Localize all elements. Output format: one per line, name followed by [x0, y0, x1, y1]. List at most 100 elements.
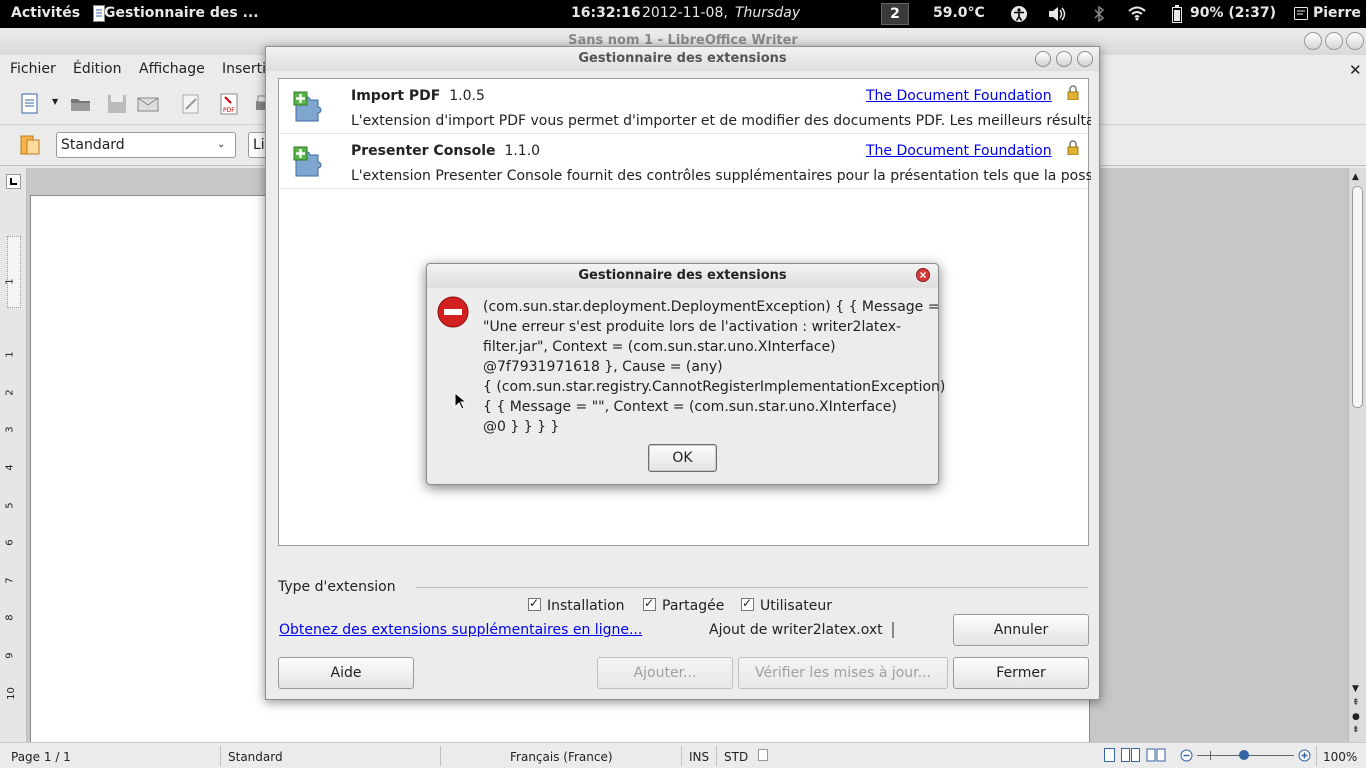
- error-message: (com.sun.star.deployment.DeploymentExcep…: [483, 297, 945, 437]
- scroll-up-icon[interactable]: ▲: [1352, 172, 1359, 182]
- menu-insert[interactable]: Inserti: [222, 61, 266, 77]
- extension-puzzle-icon: [292, 146, 326, 178]
- new-document-icon[interactable]: [20, 93, 42, 115]
- help-button[interactable]: Aide: [278, 657, 414, 689]
- add-button[interactable]: Ajouter...: [597, 657, 733, 689]
- ruler-number: 1: [4, 351, 16, 358]
- separator: [716, 746, 717, 766]
- extension-puzzle-icon: [292, 91, 326, 123]
- single-page-view-icon[interactable]: [1104, 748, 1116, 762]
- paragraph-style-combo[interactable]: Standard ⌄: [56, 132, 236, 158]
- extension-description: L'extension d'import PDF vous permet d'i…: [351, 113, 1091, 129]
- book-view-icon[interactable]: [1146, 748, 1166, 762]
- lock-icon: [1067, 85, 1079, 100]
- separator: [440, 746, 441, 766]
- close-dialog-button[interactable]: Fermer: [953, 657, 1089, 689]
- edit-file-icon[interactable]: [180, 93, 202, 115]
- error-message-line: filter.jar", Context = (com.sun.star.uno…: [483, 339, 836, 355]
- next-page-icon[interactable]: ⇟: [1352, 725, 1360, 735]
- page-count[interactable]: Page 1 / 1: [11, 750, 71, 764]
- close-document-icon[interactable]: ✕: [1349, 61, 1362, 79]
- zoom-level[interactable]: 100%: [1323, 750, 1357, 764]
- shared-checkbox[interactable]: Partagée: [643, 596, 724, 614]
- vertical-scrollbar[interactable]: ▲ ▼ ⇞ ● ⇟: [1348, 168, 1366, 742]
- insert-mode[interactable]: INS: [689, 750, 709, 764]
- ruler-number: 1: [4, 278, 16, 285]
- temperature[interactable]: 59.0°C: [933, 5, 985, 21]
- menu-edit[interactable]: Édition: [73, 61, 121, 77]
- close-button[interactable]: [1077, 51, 1093, 67]
- list-item[interactable]: Import PDF 1.0.5 The Document Foundation…: [280, 79, 1091, 134]
- error-message-line: (com.sun.star.deployment.DeploymentExcep…: [483, 299, 940, 315]
- separator: [416, 587, 1088, 588]
- window-close-button[interactable]: [1346, 32, 1364, 50]
- app-menu[interactable]: Gestionnaire des ...: [104, 5, 259, 21]
- check-updates-button[interactable]: Vérifier les mises à jour...: [738, 657, 948, 689]
- styles-icon[interactable]: [19, 134, 41, 156]
- minimize-button[interactable]: [1035, 51, 1051, 67]
- error-dialog-title: Gestionnaire des extensions: [427, 264, 938, 288]
- ruler-margin: [7, 236, 21, 308]
- ruler-number: 8: [4, 614, 16, 621]
- lock-icon: [1067, 140, 1079, 155]
- maximize-button[interactable]: [1056, 51, 1072, 67]
- selection-mode[interactable]: STD: [724, 750, 748, 764]
- user-icon[interactable]: [1294, 7, 1308, 20]
- navigator-icon[interactable]: ●: [1352, 712, 1360, 722]
- separator: [681, 746, 682, 766]
- workspace-indicator[interactable]: 2: [881, 3, 909, 25]
- tab-stop-selector[interactable]: [6, 174, 21, 189]
- scroll-down-icon[interactable]: ▼: [1352, 684, 1359, 694]
- wifi-icon[interactable]: [1128, 6, 1146, 21]
- export-pdf-icon[interactable]: PDF: [218, 93, 240, 115]
- minimize-button[interactable]: [1304, 32, 1322, 50]
- chevron-down-icon[interactable]: ▼: [52, 97, 58, 106]
- zoom-slider-handle[interactable]: [1239, 750, 1249, 760]
- clock-day: Thursday: [735, 5, 801, 21]
- checkbox-checked-icon[interactable]: [643, 596, 656, 611]
- clock-date: 2012-11-08,: [642, 5, 728, 21]
- status-bar: Page 1 / 1 Standard Français (France) IN…: [0, 742, 1366, 768]
- menu-view[interactable]: Affichage: [139, 61, 205, 77]
- checkbox-checked-icon[interactable]: [741, 596, 754, 611]
- close-icon[interactable]: [916, 268, 930, 282]
- volume-icon[interactable]: [1048, 6, 1066, 22]
- page-style[interactable]: Standard: [228, 750, 283, 764]
- mouse-cursor-icon: [454, 392, 466, 410]
- activities-button[interactable]: Activités: [11, 5, 80, 21]
- progress-bar: [892, 622, 894, 638]
- open-folder-icon[interactable]: [70, 93, 92, 115]
- scrollbar-thumb[interactable]: [1352, 186, 1363, 408]
- battery-status[interactable]: 90% (2:37): [1190, 5, 1276, 21]
- email-icon[interactable]: [137, 93, 159, 115]
- user-menu[interactable]: Pierre: [1313, 5, 1361, 21]
- publisher-link[interactable]: The Document Foundation: [866, 88, 1052, 104]
- cancel-button[interactable]: Annuler: [953, 614, 1089, 646]
- previous-page-icon[interactable]: ⇞: [1352, 698, 1360, 708]
- ruler-number: 2: [4, 389, 16, 396]
- extension-name: Presenter Console 1.1.0: [351, 143, 541, 159]
- svg-text:PDF: PDF: [223, 107, 235, 114]
- clock-time[interactable]: 16:32:16: [571, 5, 641, 21]
- list-item[interactable]: Presenter Console 1.1.0 The Document Fou…: [280, 134, 1091, 189]
- bluetooth-icon[interactable]: [1093, 6, 1105, 22]
- save-icon[interactable]: [106, 93, 128, 115]
- installation-checkbox[interactable]: Installation: [528, 596, 625, 614]
- chevron-down-icon[interactable]: ⌄: [217, 133, 225, 157]
- zoom-in-icon[interactable]: [1298, 749, 1311, 762]
- language[interactable]: Français (France): [510, 750, 613, 764]
- checkbox-checked-icon[interactable]: [528, 596, 541, 611]
- accessibility-icon[interactable]: [1010, 5, 1028, 23]
- ok-button[interactable]: OK: [648, 444, 717, 472]
- maximize-button[interactable]: [1325, 32, 1343, 50]
- error-message-line: @7f7931971618 }, Cause = (any): [483, 359, 723, 375]
- multi-page-view-icon[interactable]: [1121, 748, 1141, 762]
- battery-icon[interactable]: [1172, 5, 1182, 23]
- ruler-number: 6: [4, 539, 16, 546]
- zoom-out-icon[interactable]: [1180, 749, 1193, 762]
- extension-description: L'extension Presenter Console fournit de…: [351, 168, 1091, 184]
- get-more-extensions-link[interactable]: Obtenez des extensions supplémentaires e…: [279, 622, 642, 638]
- user-checkbox[interactable]: Utilisateur: [741, 596, 832, 614]
- menu-file[interactable]: Fichier: [10, 61, 56, 77]
- publisher-link[interactable]: The Document Foundation: [866, 143, 1052, 159]
